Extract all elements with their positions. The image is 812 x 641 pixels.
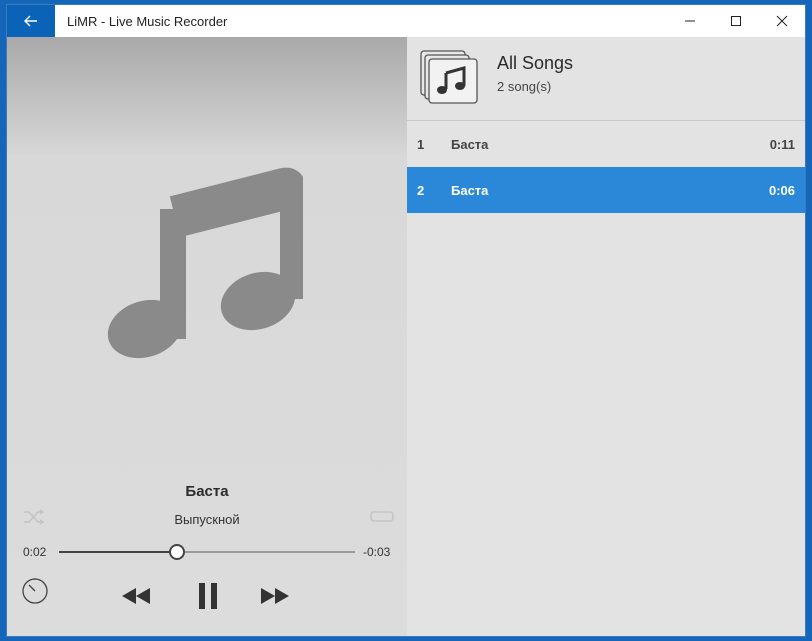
minimize-button[interactable] [667, 5, 713, 37]
seek-bar-fill [59, 551, 178, 553]
song-name: Баста [451, 136, 489, 152]
minimize-icon [685, 20, 695, 22]
next-button[interactable] [260, 587, 290, 610]
playlist-header: All Songs 2 song(s) [407, 37, 805, 121]
window-title: LiMR - Live Music Recorder [67, 13, 228, 29]
shuffle-button[interactable] [23, 509, 45, 530]
previous-button[interactable] [121, 587, 151, 610]
fast-forward-icon [261, 588, 289, 604]
now-playing-artist: Выпускной [174, 512, 240, 527]
music-note-icon [107, 167, 303, 359]
song-name: Баста [451, 182, 489, 198]
playlist-title: All Songs [497, 53, 574, 73]
song-number: 2 [417, 182, 425, 198]
shuffle-icon [24, 509, 45, 525]
repeat-button[interactable] [369, 509, 395, 530]
seek-thumb[interactable] [169, 544, 186, 560]
music-library-icon [420, 50, 478, 104]
elapsed-time: 0:02 [23, 545, 47, 559]
seek-bar[interactable] [59, 544, 355, 560]
repeat-icon [370, 511, 394, 522]
song-number: 1 [417, 136, 425, 152]
pause-icon [199, 583, 217, 609]
rewind-icon [122, 588, 150, 604]
app-window: LiMR - Live Music Recorder Баста Выпускн [6, 4, 806, 637]
back-button[interactable] [7, 5, 55, 37]
now-playing-title: Баста [185, 483, 229, 500]
close-button[interactable] [759, 5, 805, 37]
remaining-time: -0:03 [363, 545, 391, 559]
pause-button[interactable] [197, 581, 219, 616]
sleep-timer-button[interactable] [21, 577, 49, 610]
maximize-button[interactable] [713, 5, 759, 37]
timer-icon [22, 578, 48, 604]
song-row[interactable]: 1 Баста 0:11 [407, 121, 805, 167]
maximize-icon [731, 16, 741, 26]
song-list: 1 Баста 0:11 2 Баста 0:06 [407, 121, 805, 213]
title-bar: LiMR - Live Music Recorder [7, 5, 805, 37]
playlist-pane: All Songs 2 song(s) 1 Баста 0:11 2 Баста… [407, 37, 805, 636]
playlist-count: 2 song(s) [497, 79, 552, 94]
song-duration: 0:11 [769, 136, 795, 152]
song-duration: 0:06 [768, 182, 795, 198]
close-icon [776, 15, 788, 27]
song-row-selected[interactable]: 2 Баста 0:06 [407, 167, 805, 213]
back-arrow-icon [24, 15, 37, 27]
now-playing-pane: Баста Выпускной 0:02 -0:03 [7, 37, 407, 636]
